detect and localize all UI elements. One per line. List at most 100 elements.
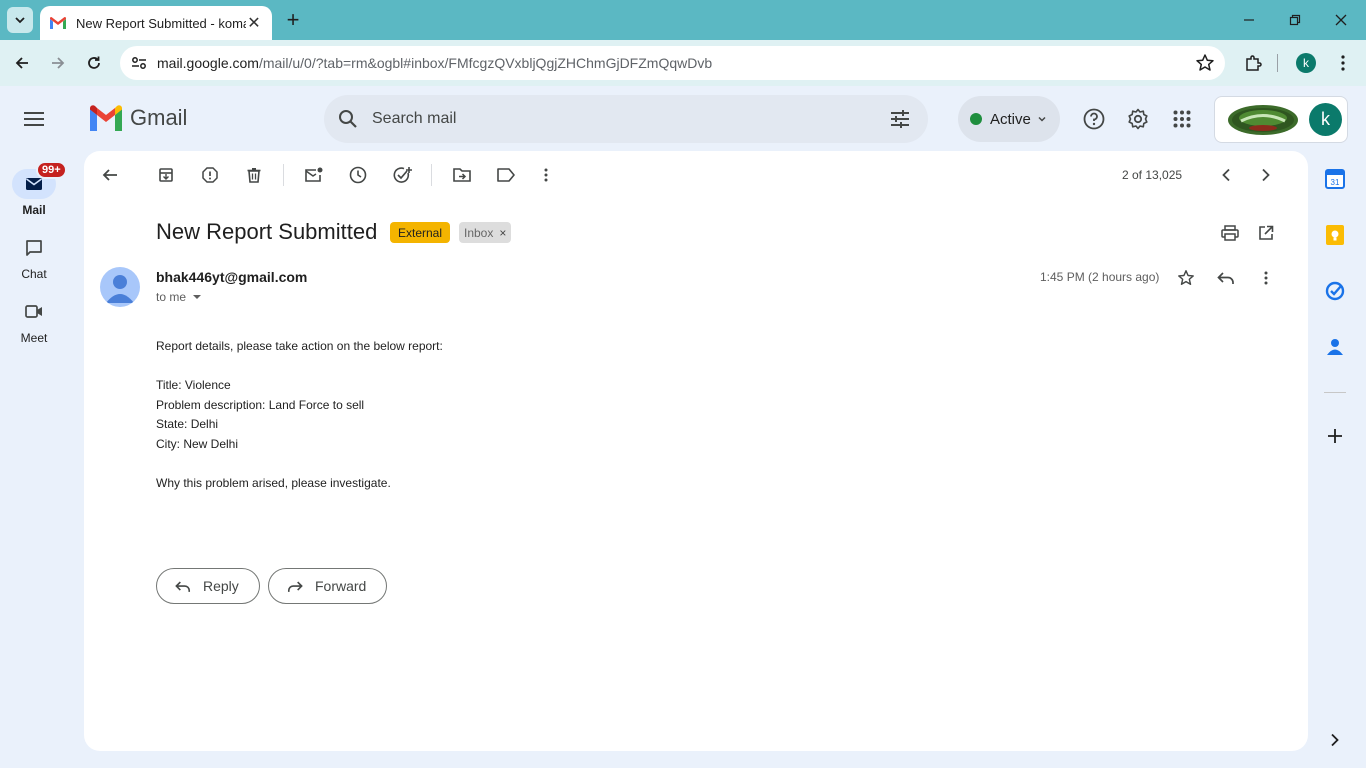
- status-selector[interactable]: Active: [958, 96, 1060, 142]
- open-in-new-icon: [1259, 225, 1274, 240]
- report-spam-button[interactable]: [198, 163, 222, 187]
- print-icon: [1221, 225, 1239, 241]
- get-addons-button[interactable]: [1324, 425, 1346, 447]
- bookmark-star-icon[interactable]: [1195, 53, 1215, 73]
- person-icon: [106, 275, 134, 303]
- mark-unread-icon: [305, 167, 323, 182]
- address-bar[interactable]: mail.google.com/mail/u/0/?tab=rm&ogbl#in…: [120, 46, 1225, 80]
- show-side-panel-button[interactable]: [1324, 729, 1346, 751]
- apps-grid-icon: [1173, 110, 1191, 128]
- rail-label-mail: Mail: [22, 203, 46, 217]
- main-menu-button[interactable]: [20, 105, 48, 133]
- reply-button[interactable]: Reply: [156, 568, 260, 604]
- rail-label-chat: Chat: [21, 267, 47, 281]
- reload-button[interactable]: [81, 50, 107, 76]
- forward-button[interactable]: Forward: [268, 568, 388, 604]
- label-inbox-text: Inbox: [464, 225, 494, 240]
- toolbar-divider: [431, 164, 432, 186]
- sender-avatar[interactable]: [100, 267, 140, 307]
- close-window-button[interactable]: [1330, 9, 1352, 31]
- add-to-tasks-button[interactable]: [391, 163, 415, 187]
- label-external[interactable]: External: [390, 222, 451, 243]
- delete-button[interactable]: [242, 163, 266, 187]
- extensions-button[interactable]: [1240, 50, 1266, 76]
- chevron-left-icon: [1222, 168, 1230, 182]
- contacts-app-button[interactable]: [1324, 336, 1346, 358]
- reload-icon: [88, 56, 100, 69]
- keep-icon: [1326, 225, 1344, 245]
- plus-icon: [1328, 429, 1342, 443]
- rail-item-mail[interactable]: 99+ Mail: [0, 161, 68, 217]
- star-button[interactable]: [1174, 266, 1198, 290]
- settings-button[interactable]: [1125, 106, 1151, 132]
- recipient-details[interactable]: to me: [156, 290, 202, 304]
- account-avatar: k: [1309, 103, 1342, 136]
- body-line: Title: Violence: [156, 378, 231, 392]
- body-line: [156, 357, 856, 377]
- minimize-icon: [1244, 19, 1254, 21]
- archive-button[interactable]: [154, 163, 178, 187]
- browser-profile-avatar[interactable]: k: [1296, 53, 1316, 73]
- older-message-button[interactable]: [1254, 163, 1278, 187]
- back-button[interactable]: [9, 50, 35, 76]
- more-vert-icon: [1341, 55, 1345, 71]
- help-button[interactable]: [1081, 106, 1107, 132]
- search-icon[interactable]: [324, 95, 372, 143]
- more-vert-icon: [544, 168, 548, 182]
- video-camera-icon: [12, 297, 56, 327]
- search-input[interactable]: [372, 110, 852, 128]
- sender-email[interactable]: bhak446yt@gmail.com: [156, 269, 307, 285]
- rail-item-meet[interactable]: Meet: [0, 297, 68, 345]
- restore-button[interactable]: [1284, 9, 1306, 31]
- search-options-icon[interactable]: [888, 107, 912, 131]
- back-to-inbox-button[interactable]: [98, 163, 122, 187]
- chat-icon: [12, 233, 56, 263]
- label-inbox[interactable]: Inbox ×: [459, 222, 512, 243]
- open-new-window-button[interactable]: [1254, 221, 1278, 245]
- side-panel-divider: [1324, 392, 1346, 393]
- forward-nav-button[interactable]: [45, 50, 71, 76]
- svg-text:31: 31: [1331, 178, 1340, 187]
- print-button[interactable]: [1218, 221, 1242, 245]
- newer-message-button[interactable]: [1214, 163, 1238, 187]
- minimize-button[interactable]: [1238, 9, 1260, 31]
- url-host: mail.google.com: [157, 55, 259, 71]
- apps-button[interactable]: [1169, 106, 1195, 132]
- arrow-right-icon: [52, 57, 65, 69]
- keep-app-button[interactable]: [1324, 224, 1346, 246]
- gmail-logo[interactable]: Gmail: [90, 105, 187, 131]
- remove-label-icon[interactable]: ×: [499, 226, 506, 240]
- mark-unread-button[interactable]: [302, 163, 326, 187]
- reply-icon-button[interactable]: [1214, 266, 1238, 290]
- reply-icon: [175, 580, 191, 592]
- forward-icon: [287, 580, 303, 592]
- body-line: Report details, please take action on th…: [156, 339, 443, 353]
- new-tab-button[interactable]: +: [282, 7, 304, 32]
- page-scrollbar[interactable]: [1360, 88, 1366, 768]
- browser-tabbar: New Report Submitted - komal ✕ +: [0, 0, 1366, 40]
- browser-menu-button[interactable]: [1330, 50, 1356, 76]
- browser-tab-active[interactable]: New Report Submitted - komal ✕: [40, 6, 272, 40]
- tab-search-button[interactable]: [7, 7, 33, 33]
- star-icon: [1178, 270, 1194, 286]
- message-timestamp: 1:45 PM (2 hours ago): [1040, 270, 1160, 284]
- chevron-down-icon: [15, 17, 25, 24]
- gmail-m-icon: [90, 105, 122, 131]
- url-text: mail.google.com/mail/u/0/?tab=rm&ogbl#in…: [157, 55, 712, 71]
- search-bar[interactable]: [324, 95, 928, 143]
- move-to-button[interactable]: [450, 163, 474, 187]
- tab-close-icon[interactable]: ✕: [246, 15, 262, 32]
- tasks-app-button[interactable]: [1324, 280, 1346, 302]
- more-actions-button[interactable]: [534, 163, 558, 187]
- hamburger-icon: [24, 112, 44, 126]
- calendar-app-button[interactable]: 31: [1324, 168, 1346, 190]
- message-more-button[interactable]: [1254, 266, 1278, 290]
- rail-label-meet: Meet: [20, 331, 48, 345]
- rail-item-chat[interactable]: Chat: [0, 233, 68, 281]
- labels-button[interactable]: [494, 163, 518, 187]
- account-switcher[interactable]: k: [1214, 96, 1348, 143]
- body-line: City: New Delhi: [156, 436, 239, 451]
- site-info-icon[interactable]: [122, 46, 156, 80]
- mail-icon: 99+: [12, 161, 67, 199]
- snooze-button[interactable]: [346, 163, 370, 187]
